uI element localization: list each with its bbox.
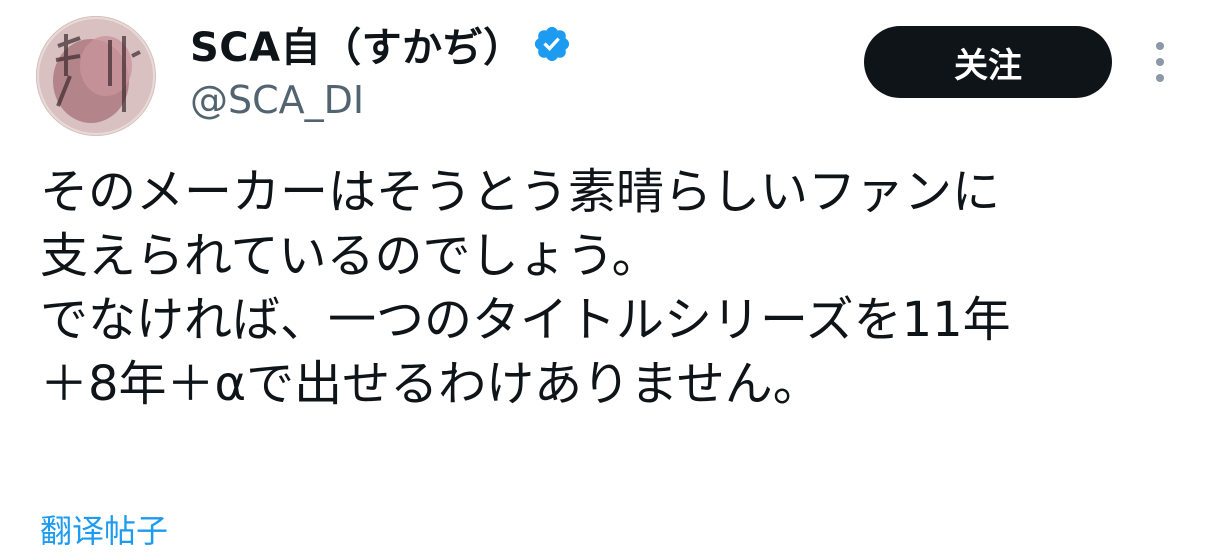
- post-text-line: 支えられているのでしょう。: [40, 228, 660, 284]
- author-handle[interactable]: @SCA_DI: [190, 78, 364, 122]
- post-text-line: ＋8年＋αで出せるわけありません。: [40, 356, 821, 412]
- post-text-line: でなければ、一つのタイトルシリーズを11年: [40, 292, 1011, 348]
- avatar[interactable]: [36, 16, 156, 136]
- avatar-image: [36, 16, 156, 136]
- follow-button[interactable]: 关注: [864, 26, 1112, 98]
- author-display-name[interactable]: SCA自（すかぢ）: [190, 15, 524, 73]
- more-vertical-icon-dot: [1156, 58, 1164, 66]
- verified-badge-icon: [534, 26, 569, 62]
- translate-post-link[interactable]: 翻译帖子: [40, 506, 168, 552]
- post-text-line: そのメーカーはそうとう素晴らしいファンに: [40, 164, 1001, 220]
- more-vertical-icon: [1156, 42, 1164, 50]
- more-options-button[interactable]: [1146, 38, 1174, 86]
- author-name-row: SCA自（すかぢ）: [190, 15, 572, 73]
- post-card: SCA自（すかぢ） @SCA_DI 关注 そのメーカーはそうとう素晴らしいファン…: [0, 0, 1219, 559]
- more-vertical-icon-dot: [1156, 74, 1164, 82]
- post-text: そのメーカーはそうとう素晴らしいファンに 支えられているのでしょう。 でなければ…: [40, 160, 1200, 416]
